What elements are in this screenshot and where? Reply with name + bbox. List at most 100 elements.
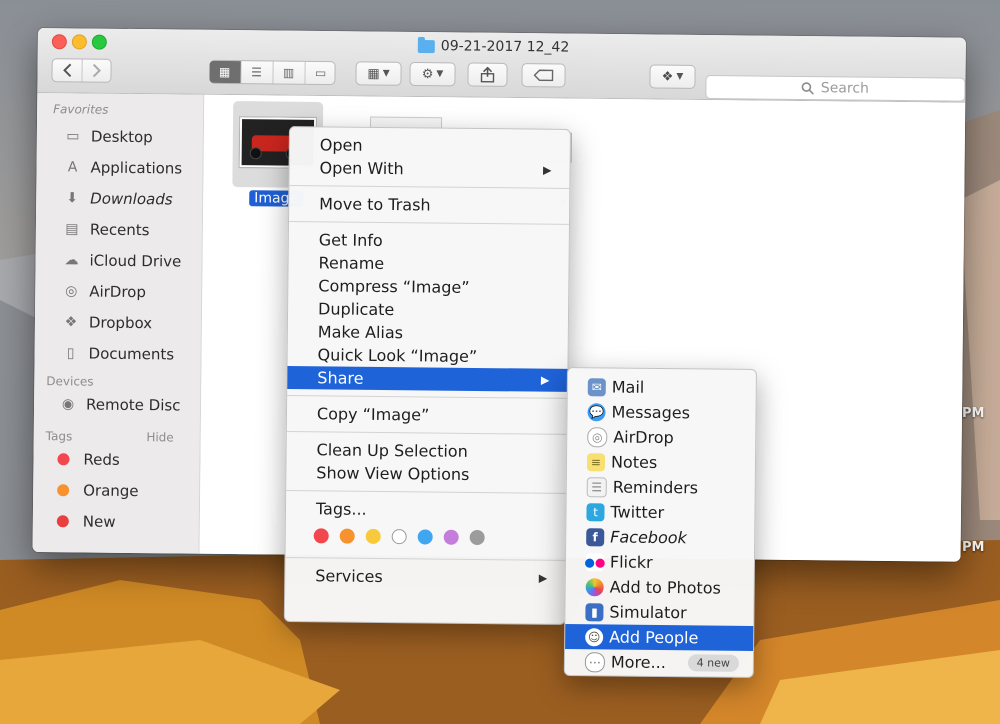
share-item-label: AirDrop (613, 427, 674, 448)
menu-item-open-with[interactable]: Open With ▶ (289, 156, 569, 182)
menu-item-make-alias[interactable]: Make Alias (288, 320, 568, 346)
airdrop-icon: ◎ (65, 282, 78, 299)
more-icon: ⋯ (584, 651, 606, 672)
share-item-messages[interactable]: 💬 Messages (567, 399, 755, 426)
menu-item-tags[interactable]: Tags... (286, 497, 566, 523)
menu-item-open[interactable]: Open (290, 133, 570, 159)
menu-item-label: Open With (319, 158, 404, 179)
gallery-view-button[interactable]: ▭ (305, 62, 336, 84)
menu-item-compress[interactable]: Compress “Image” (288, 274, 568, 300)
dropbox-toolbar-button[interactable]: ❖ ▼ (649, 64, 696, 89)
tag-gray-dot[interactable] (469, 529, 485, 546)
icon-view-button[interactable]: ▦ (208, 60, 242, 84)
sidebar-item-remote-disc[interactable]: ◉ Remote Disc (34, 388, 200, 421)
share-item-flickr[interactable]: ● ● Flickr (566, 549, 754, 576)
menu-item-share[interactable]: Share ▶ (287, 365, 568, 392)
menu-separator (286, 430, 567, 435)
search-input[interactable]: Search (705, 74, 966, 102)
share-item-facebook[interactable]: f Facebook (566, 524, 754, 551)
favorites-header: Favorites (53, 102, 109, 117)
forward-button[interactable] (82, 59, 111, 81)
tag-red-dot[interactable] (313, 528, 329, 544)
menu-separator (288, 221, 569, 225)
tag-color-dot (57, 483, 70, 496)
reminders-icon: ☰ (586, 476, 607, 497)
action-button[interactable]: ⚙ ▼ (409, 61, 456, 87)
downloads-icon: ⬇ (66, 189, 79, 206)
sidebar-tag-new[interactable]: New (33, 505, 199, 538)
sidebar-item-label: AirDrop (89, 282, 147, 301)
new-extensions-badge: 4 new (687, 654, 739, 672)
share-icon (480, 66, 495, 83)
menu-item-duplicate[interactable]: Duplicate (288, 297, 568, 323)
sidebar-item-airdrop[interactable]: ◎ AirDrop (35, 275, 201, 308)
sidebar-item-recents[interactable]: ▤ Recents (36, 213, 202, 246)
search-placeholder: Search (820, 80, 870, 97)
sidebar-item-documents[interactable]: ▯ Documents (34, 337, 200, 370)
tags-hide-link[interactable]: Hide (146, 430, 174, 444)
menu-separator (286, 489, 567, 494)
menu-item-label: Get Info (318, 230, 383, 250)
menu-item-label: Open (319, 135, 363, 155)
share-item-twitter[interactable]: t Twitter (566, 499, 754, 526)
arrange-button[interactable]: ▦ ▼ (355, 61, 402, 86)
share-item-notes[interactable]: ≡ Notes (567, 449, 755, 476)
share-item-reminders[interactable]: ☰ Reminders (567, 474, 755, 501)
menu-item-label: Copy “Image” (316, 404, 430, 425)
back-button[interactable] (51, 59, 83, 82)
list-view-button[interactable]: ☰ (240, 61, 274, 84)
close-button[interactable] (51, 34, 67, 50)
tag-none-dot[interactable] (391, 529, 407, 545)
dropbox-icon: ❖ (661, 69, 674, 85)
sidebar-tag-reds[interactable]: Reds (33, 443, 199, 476)
menu-item-show-view-options[interactable]: Show View Options (286, 461, 566, 487)
share-item-add-people[interactable]: ☺ Add People (565, 623, 754, 651)
tag-orange-dot[interactable] (339, 528, 355, 544)
sidebar-item-icloud-drive[interactable]: ☁ iCloud Drive (35, 244, 201, 277)
sidebar-item-label: Orange (83, 480, 139, 500)
share-item-simulator[interactable]: ▮ Simulator (565, 599, 753, 626)
sidebar-item-dropbox[interactable]: ❖ Dropbox (35, 306, 201, 339)
tag-yellow-dot[interactable] (365, 528, 381, 544)
gear-icon: ⚙ (421, 66, 434, 82)
column-view-button[interactable]: ▥ (272, 61, 306, 84)
share-item-mail[interactable]: ✉ Mail (568, 374, 756, 401)
simulator-icon: ▮ (585, 602, 604, 621)
menu-item-quick-look[interactable]: Quick Look “Image” (287, 343, 567, 369)
sidebar-item-label: Recents (89, 220, 150, 239)
airdrop-icon: ◎ (587, 426, 608, 447)
tag-purple-dot[interactable] (443, 529, 459, 545)
photos-icon (585, 577, 604, 596)
sidebar-tag-orange[interactable]: Orange (33, 474, 199, 507)
menu-item-get-info[interactable]: Get Info (289, 228, 569, 254)
edit-tags-button[interactable] (521, 63, 566, 88)
sidebar-item-desktop[interactable]: ▭ Desktop (37, 120, 203, 153)
sidebar-item-applications[interactable]: A Applications (36, 151, 202, 184)
share-item-add-to-photos[interactable]: Add to Photos (566, 574, 754, 601)
share-item-more[interactable]: ⋯ More... 4 new (565, 649, 753, 676)
menu-separator (289, 185, 570, 189)
menu-item-clean-up-selection[interactable]: Clean Up Selection (286, 438, 566, 464)
back-forward-control (51, 58, 112, 83)
chevron-right-icon (92, 63, 101, 78)
menu-item-copy[interactable]: Copy “Image” (287, 402, 567, 428)
menu-item-label: Make Alias (317, 322, 404, 343)
tag-icon (533, 69, 554, 82)
zoom-button[interactable] (91, 34, 107, 50)
tag-color-dot (57, 452, 70, 465)
menu-item-label: Duplicate (317, 299, 395, 320)
add-people-icon: ☺ (585, 627, 604, 646)
share-item-label: Messages (611, 402, 691, 423)
minimize-button[interactable] (71, 34, 87, 50)
share-item-airdrop[interactable]: ◎ AirDrop (567, 424, 755, 451)
sidebar-item-downloads[interactable]: ⬇ Downloads (36, 182, 202, 215)
tag-blue-dot[interactable] (417, 529, 433, 545)
share-toolbar-button[interactable] (467, 62, 508, 87)
menu-item-rename[interactable]: Rename (288, 251, 568, 277)
menu-item-services[interactable]: Services ▶ (285, 564, 565, 590)
window-title-text: 09-21-2017 12_42 (440, 38, 570, 56)
menu-item-move-to-trash[interactable]: Move to Trash (289, 192, 569, 218)
sidebar-item-label: Applications (90, 158, 183, 178)
menu-separator (285, 556, 566, 561)
menu-item-label: Show View Options (316, 463, 470, 484)
